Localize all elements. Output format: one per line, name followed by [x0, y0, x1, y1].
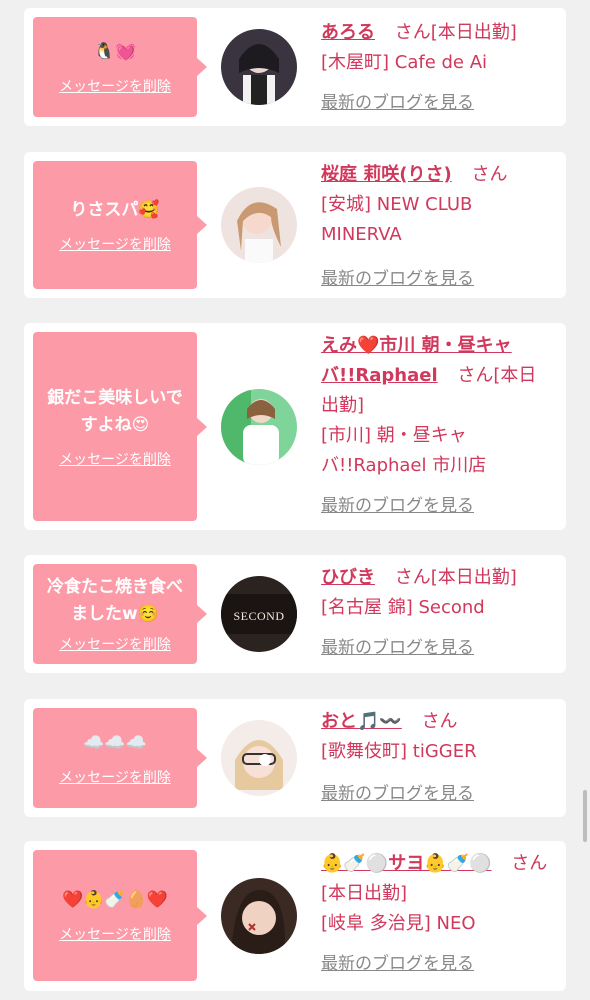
message-bubble: ☁️☁️☁️ メッセージを削除 — [33, 708, 207, 808]
latest-blog-link[interactable]: 最新のブログを見る — [321, 779, 553, 809]
delete-message-link[interactable]: メッセージを削除 — [59, 924, 171, 944]
girl-info: 👶🍼⚪️サヨ👶🍼⚪️ さん [本日出勤] [岐阜 多治見] NEO 最新のブログを… — [321, 849, 553, 979]
shop-name: [安城] NEW CLUB MINERVA — [321, 194, 473, 245]
avatar[interactable] — [221, 720, 297, 796]
shop-name: [歌舞伎町] tiGGER — [321, 741, 477, 762]
girl-info: おと🎵〰️ さん [歌舞伎町] tiGGER 最新のブログを見る — [321, 707, 553, 809]
girl-card: 冷食たこ焼き食べましたw☺️ メッセージを削除 SECOND ひびき さん[本日… — [24, 555, 566, 673]
avatar-photo — [221, 187, 297, 263]
avatar-logo-text: SECOND — [233, 609, 284, 623]
message-bubble: 冷食たこ焼き食べましたw☺️ メッセージを削除 — [33, 564, 207, 664]
message-text: ☁️☁️☁️ — [83, 732, 147, 753]
message-bubble: ❤️👶🍼🥚❤️ メッセージを削除 — [33, 850, 207, 981]
girl-info: ひびき さん[本日出勤] [名古屋 錦] Second 最新のブログを見る — [321, 563, 553, 663]
honorific: さん — [511, 853, 548, 874]
message-text: 銀だこ美味しいですよね😍 — [47, 387, 183, 435]
delete-message-link[interactable]: メッセージを削除 — [59, 449, 171, 469]
latest-blog-link[interactable]: 最新のブログを見る — [321, 949, 553, 979]
delete-message-link[interactable]: メッセージを削除 — [59, 767, 171, 787]
honorific: さん — [421, 711, 458, 732]
message-bubble: 🐧💓 メッセージを削除 — [33, 17, 207, 117]
avatar-photo — [221, 29, 297, 105]
avatar[interactable] — [221, 389, 297, 465]
message-text: 🐧💓 — [93, 41, 137, 62]
status-badge: [本日出勤] — [430, 22, 517, 43]
girl-info: 桜庭 莉咲(りさ) さん [安城] NEW CLUB MINERVA 最新のブロ… — [321, 160, 553, 294]
delete-message-link[interactable]: メッセージを削除 — [59, 634, 171, 654]
latest-blog-link[interactable]: 最新のブログを見る — [321, 264, 553, 294]
latest-blog-link[interactable]: 最新のブログを見る — [321, 491, 553, 521]
status-badge: [本日出勤] — [430, 567, 517, 588]
latest-blog-link[interactable]: 最新のブログを見る — [321, 88, 553, 118]
girl-info: えみ❤️市川 朝・昼キャバ!!Raphael さん[本日出勤] [市川] 朝・昼… — [321, 331, 553, 521]
avatar-photo — [221, 720, 297, 796]
message-bubble: 銀だこ美味しいですよね😍 メッセージを削除 — [33, 332, 207, 521]
avatar-photo — [221, 389, 297, 465]
shop-name: [木屋町] Cafe de Ai — [321, 52, 488, 73]
girl-card: ❤️👶🍼🥚❤️ メッセージを削除 👶🍼⚪️サヨ👶🍼⚪️ さん [本日出勤] [岐阜… — [24, 841, 566, 991]
girl-name-link[interactable]: おと🎵〰️ — [321, 711, 402, 732]
avatar[interactable]: SECOND — [221, 576, 297, 652]
delete-message-link[interactable]: メッセージを削除 — [59, 234, 171, 254]
avatar-photo — [221, 878, 297, 954]
message-bubble: りさスパ🥰 メッセージを削除 — [33, 161, 207, 289]
honorific: さん — [471, 164, 508, 185]
girl-info: あろる さん[本日出勤] [木屋町] Cafe de Ai 最新のブログを見る — [321, 18, 553, 118]
latest-blog-link[interactable]: 最新のブログを見る — [321, 633, 553, 663]
honorific: さん — [394, 22, 431, 43]
status-badge: [本日出勤] — [321, 883, 408, 904]
shop-name: [市川] 朝・昼キャバ!!Raphael 市川店 — [321, 425, 487, 476]
girl-name-link[interactable]: 👶🍼⚪️サヨ👶🍼⚪️ — [321, 853, 491, 874]
shop-name: [名古屋 錦] Second — [321, 597, 485, 618]
message-text: ❤️👶🍼🥚❤️ — [62, 890, 168, 910]
avatar[interactable] — [221, 878, 297, 954]
message-text: りさスパ🥰 — [70, 199, 160, 220]
girl-card: 銀だこ美味しいですよね😍 メッセージを削除 えみ❤️市川 朝・昼キャバ!!Rap… — [24, 323, 566, 530]
avatar-photo: SECOND — [221, 576, 297, 652]
honorific: さん — [394, 567, 431, 588]
message-text: 冷食たこ焼き食べましたw☺️ — [47, 577, 183, 624]
girl-name-link[interactable]: あろる — [321, 22, 375, 43]
shop-name: [岐阜 多治見] NEO — [321, 913, 476, 934]
girl-name-link[interactable]: 桜庭 莉咲(りさ) — [321, 164, 452, 185]
girl-card: 🐧💓 メッセージを削除 あろる さん[本日出勤] [木屋町] Cafe de A… — [24, 8, 566, 126]
avatar[interactable] — [221, 29, 297, 105]
girl-card: ☁️☁️☁️ メッセージを削除 おと🎵〰️ さん [歌舞伎町] tiGGER 最… — [24, 699, 566, 817]
delete-message-link[interactable]: メッセージを削除 — [59, 76, 171, 96]
scrollbar[interactable] — [583, 790, 587, 842]
avatar[interactable] — [221, 187, 297, 263]
honorific: さん — [457, 365, 494, 386]
girl-name-link[interactable]: ひびき — [321, 567, 375, 588]
girl-card: りさスパ🥰 メッセージを削除 桜庭 莉咲(りさ) さん [安城] NEW CLU… — [24, 152, 566, 298]
